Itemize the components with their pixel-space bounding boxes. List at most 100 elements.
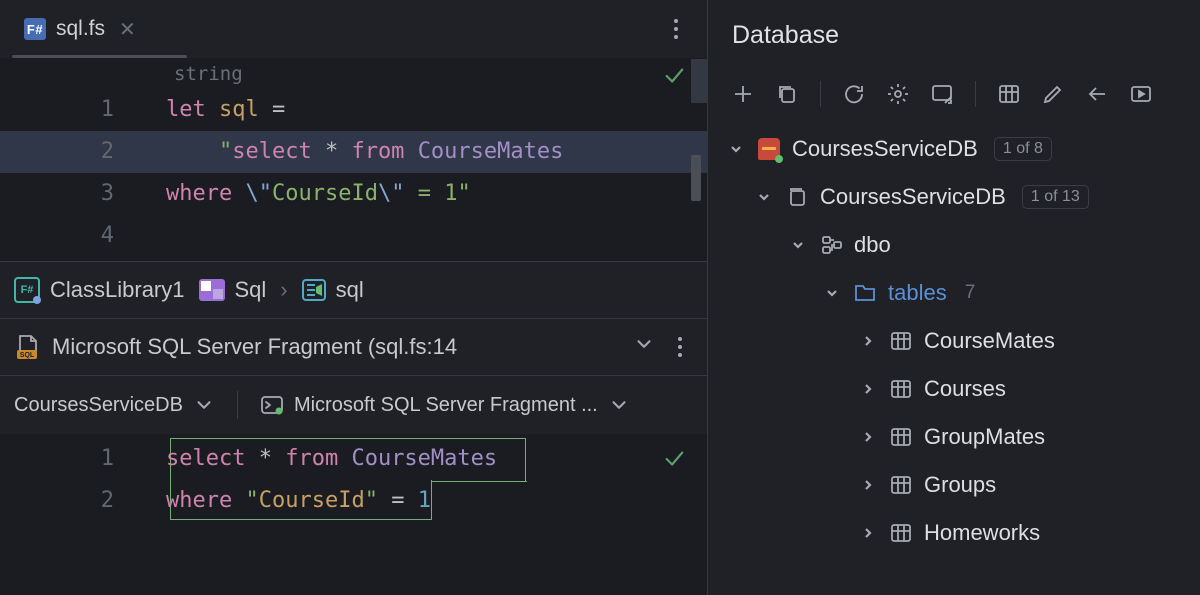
chevron-down-icon[interactable] [726, 139, 746, 159]
tree-table[interactable]: GroupMates [726, 413, 1192, 461]
tree-table[interactable]: CourseMates [726, 317, 1192, 365]
tree-label: CourseMates [924, 328, 1055, 354]
add-datasource-button[interactable] [728, 79, 758, 109]
sql-star: * [325, 139, 338, 164]
code-keyword: let [166, 97, 206, 122]
child-count: 7 [965, 282, 976, 304]
fragment-header: SQL Microsoft SQL Server Fragment (sql.f… [0, 318, 707, 375]
sql-keyword-from: from [338, 139, 417, 164]
sqlserver-datasource-icon [756, 136, 782, 162]
chevron-right-icon[interactable] [858, 523, 878, 543]
line-number: 1 [0, 438, 166, 480]
refresh-button[interactable] [839, 79, 869, 109]
tree-table[interactable]: Homeworks [726, 509, 1192, 557]
jump-to-console-button[interactable] [927, 79, 957, 109]
code-identifier: sql [206, 97, 272, 122]
breadcrumb-project[interactable]: F# ClassLibrary1 [14, 277, 185, 303]
tree-label: Groups [924, 472, 996, 498]
code-indent [166, 139, 219, 164]
chevron-right-icon[interactable] [858, 427, 878, 447]
chevron-right-icon[interactable] [858, 475, 878, 495]
chevron-right-icon: › [280, 277, 287, 303]
table-icon [888, 376, 914, 402]
database-toolbar [708, 70, 1200, 119]
code-escape: \" [245, 181, 272, 206]
table-icon [888, 520, 914, 546]
sql-quote: " [245, 488, 258, 513]
tree-label: Courses [924, 376, 1006, 402]
back-button[interactable] [1082, 79, 1112, 109]
sql-keyword-where: where [166, 488, 245, 513]
divider [237, 391, 238, 419]
count-badge: 1 of 13 [1022, 185, 1089, 209]
tree-label: Homeworks [924, 520, 1040, 546]
code-escape: \" [378, 181, 405, 206]
sql-eq: = [378, 488, 418, 513]
sql-keyword-where: where [166, 181, 245, 206]
fragment-title: Microsoft SQL Server Fragment (sql.fs:14 [52, 334, 621, 360]
table-view-button[interactable] [994, 79, 1024, 109]
sql-preview-editor[interactable]: 1 select * from CourseMates 2 where "Cou… [0, 434, 707, 595]
tree-label: GroupMates [924, 424, 1045, 450]
sql-quote: " [365, 488, 378, 513]
sql-eq: = [404, 181, 444, 206]
code-string-close: " [457, 181, 470, 206]
line-number: 1 [0, 89, 166, 131]
tree-tables-folder[interactable]: tables 7 [726, 269, 1192, 317]
console-icon [260, 395, 284, 415]
chevron-down-icon[interactable] [754, 187, 774, 207]
fsharp-file-icon: F# [24, 18, 46, 40]
sql-table: CourseMates [351, 446, 497, 471]
schema-icon [818, 232, 844, 258]
chevron-down-icon [193, 394, 215, 416]
count-badge: 1 of 8 [994, 137, 1052, 161]
inspection-ok-icon[interactable] [663, 65, 685, 92]
line-number: 4 [0, 215, 166, 257]
sql-column: CourseId [259, 488, 365, 513]
table-icon [888, 424, 914, 450]
tab-overflow-button[interactable] [663, 16, 689, 42]
settings-button[interactable] [883, 79, 913, 109]
sql-number: 1 [418, 488, 431, 513]
sql-keyword-from: from [272, 446, 351, 471]
svg-text:SQL: SQL [20, 352, 35, 359]
tree-label: CoursesServiceDB [792, 136, 978, 162]
chevron-down-icon[interactable] [822, 283, 842, 303]
chevron-right-icon[interactable] [858, 379, 878, 399]
database-tree[interactable]: CoursesServiceDB 1 of 8 CoursesServiceDB… [708, 119, 1200, 557]
tree-database[interactable]: CoursesServiceDB 1 of 13 [726, 173, 1192, 221]
tree-label: CoursesServiceDB [820, 184, 1006, 210]
fragment-overflow-button[interactable] [667, 334, 693, 360]
database-icon [784, 184, 810, 210]
breadcrumb-symbol[interactable]: sql [302, 277, 364, 303]
sql-star: * [259, 446, 272, 471]
chevron-down-icon[interactable] [633, 333, 655, 361]
tree-table[interactable]: Courses [726, 365, 1192, 413]
breadcrumb-module[interactable]: Sql [199, 277, 267, 303]
tree-label: tables [888, 280, 947, 306]
line-number: 2 [0, 480, 166, 522]
run-button[interactable] [1126, 79, 1156, 109]
chevron-down-icon[interactable] [788, 235, 808, 255]
tab-filename: sql.fs [56, 17, 105, 41]
sql-file-icon: SQL [14, 334, 40, 360]
table-icon [888, 472, 914, 498]
editor-tabbar: F# sql.fs ✕ [0, 0, 707, 58]
tree-datasource[interactable]: CoursesServiceDB 1 of 8 [726, 125, 1192, 173]
tree-table[interactable]: Groups [726, 461, 1192, 509]
editor-tab-sqlfs[interactable]: F# sql.fs ✕ [10, 0, 150, 58]
inlay-hint-type: string [174, 63, 243, 85]
close-icon[interactable]: ✕ [119, 17, 136, 42]
tree-schema[interactable]: dbo [726, 221, 1192, 269]
code-string-open: " [219, 139, 232, 164]
let-binding-icon [302, 279, 326, 301]
sql-console-subheader: CoursesServiceDB Microsoft SQL Server Fr… [0, 375, 707, 434]
datasource-selector[interactable]: CoursesServiceDB [14, 394, 215, 417]
tree-label: dbo [854, 232, 891, 258]
line-number: 3 [0, 173, 166, 215]
code-editor[interactable]: string 1 let sql = 2 "select * from Cour… [0, 58, 707, 261]
dialect-selector[interactable]: Microsoft SQL Server Fragment ... [260, 394, 630, 417]
chevron-right-icon[interactable] [858, 331, 878, 351]
edit-button[interactable] [1038, 79, 1068, 109]
duplicate-button[interactable] [772, 79, 802, 109]
